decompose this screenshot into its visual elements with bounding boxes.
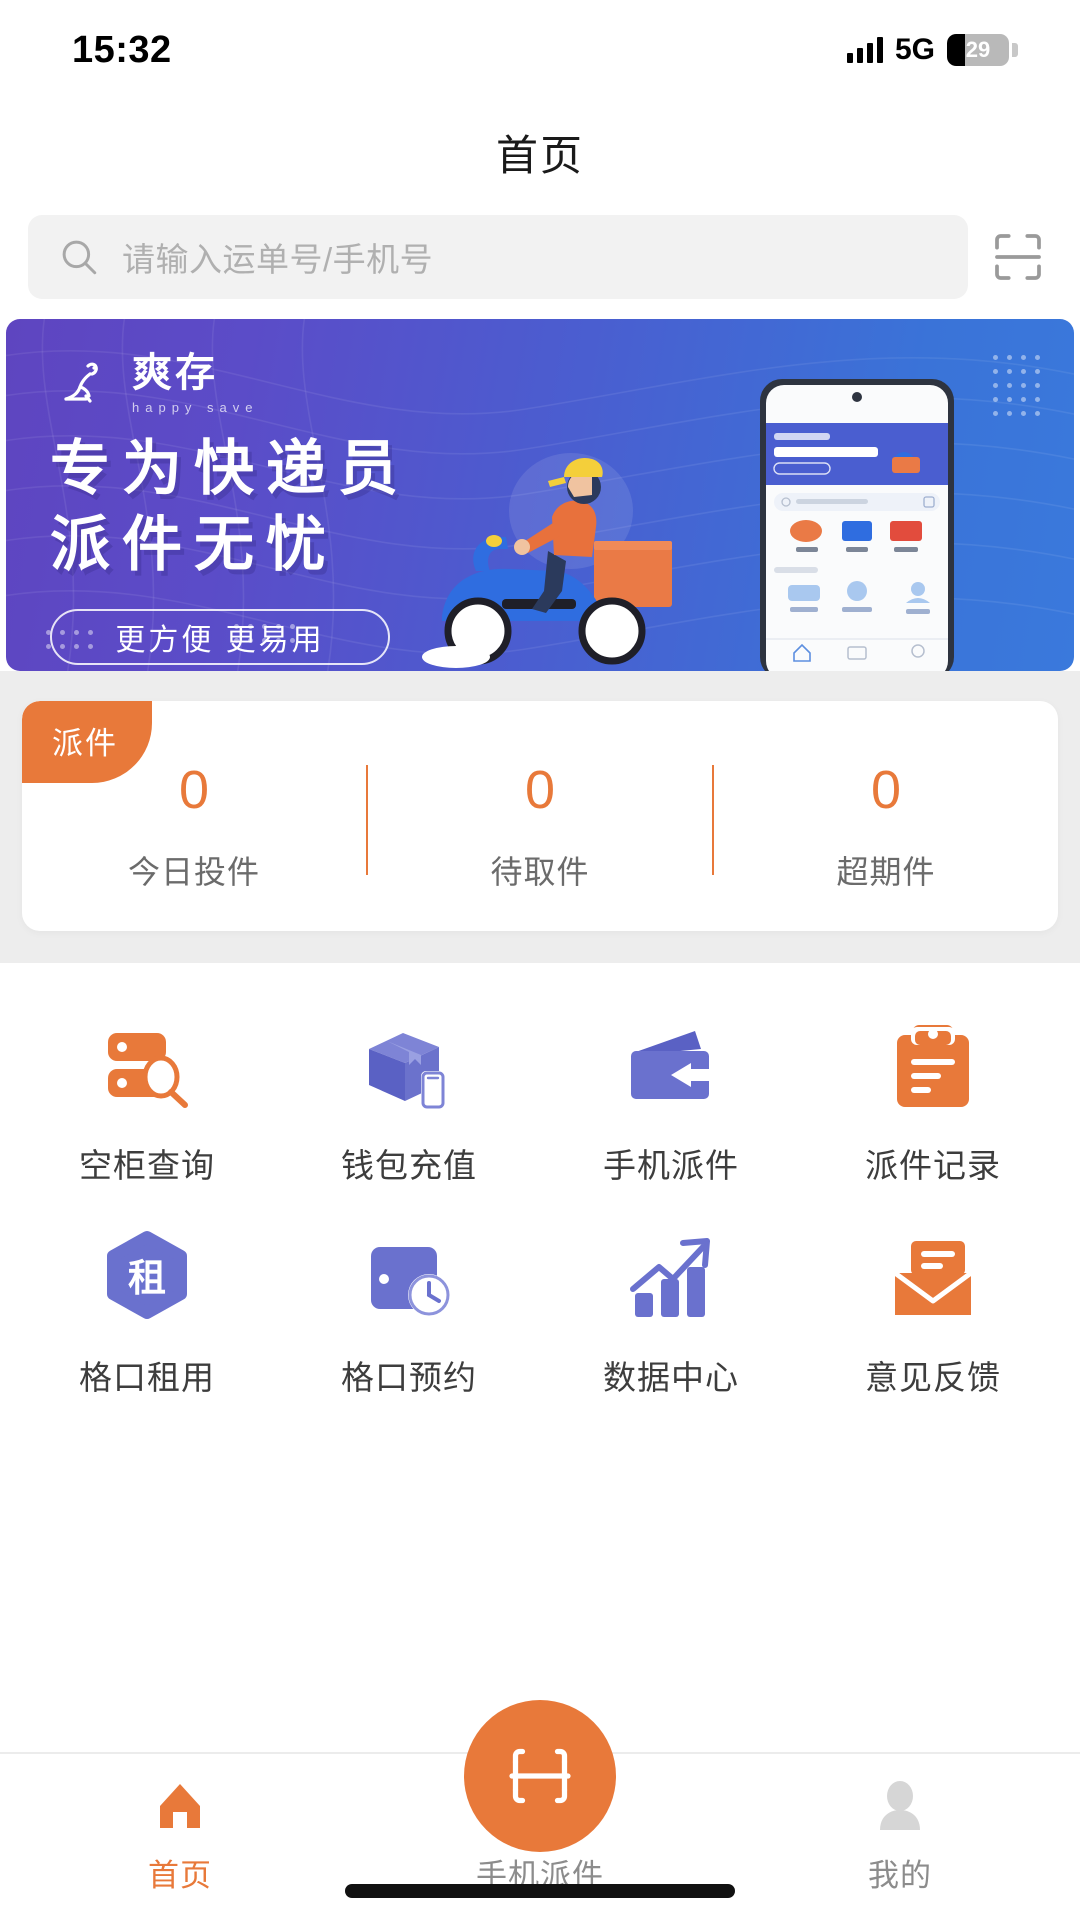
- bar-chart-arrow-icon: [630, 1238, 710, 1317]
- tab-home[interactable]: 首页: [0, 1776, 360, 1895]
- phone-mockup-illustration: [760, 379, 954, 671]
- brand-name-cn: 爽存: [132, 351, 218, 395]
- search-placeholder: 请输入运单号/手机号: [122, 241, 434, 278]
- brand-name-en: happy save: [132, 400, 259, 415]
- grid-item-locker-reservation[interactable]: 格口预约: [278, 1227, 540, 1399]
- battery-icon: 29: [947, 34, 1018, 66]
- dot-decoration-top-right: [993, 355, 1040, 416]
- promo-banner[interactable]: 爽存 happy save 专为快递员 派件无忧 更方便 更易用: [6, 319, 1074, 671]
- app-screen: 15:32 5G 29 首页 请输入运单号/手机号 爽存 happy save …: [0, 0, 1080, 1920]
- stat-today-deposits[interactable]: 0 今日投件: [22, 759, 366, 893]
- courier-scooter-illustration: [422, 453, 672, 668]
- stats-card: 派件 0 今日投件 0 待取件 0 超期件: [22, 701, 1058, 931]
- hexagon-rent-icon: 租: [107, 1231, 187, 1319]
- stat-label: 今日投件: [127, 854, 260, 891]
- home-indicator: [345, 1884, 735, 1898]
- grid-item-label: 格口租用: [79, 1359, 215, 1396]
- banner-headline-line1: 专为快递员: [50, 435, 410, 502]
- tab-label: 首页: [148, 1858, 212, 1893]
- stat-label: 超期件: [836, 854, 936, 891]
- locker-search-icon: [108, 1033, 188, 1108]
- stat-pending-pickup[interactable]: 0 待取件: [368, 759, 712, 893]
- promo-banner-container: 爽存 happy save 专为快递员 派件无忧 更方便 更易用: [0, 299, 1080, 671]
- stat-value: 0: [524, 760, 556, 820]
- person-icon: [880, 1781, 920, 1830]
- envelope-icon: [893, 1241, 973, 1315]
- bottom-tab-bar: 首页 手机派件 我的: [0, 1700, 1080, 1920]
- stats-row: 0 今日投件 0 待取件 0 超期件: [22, 759, 1058, 893]
- battery-level-label: 29: [965, 37, 991, 62]
- stats-section: 派件 0 今日投件 0 待取件 0 超期件: [0, 671, 1080, 963]
- locker-clock-icon: [371, 1247, 450, 1316]
- grid-item-label: 手机派件: [603, 1147, 739, 1184]
- banner-headline: 专为快递员 派件无忧: [50, 431, 410, 583]
- grid-item-empty-locker-query[interactable]: 空柜查询: [16, 1015, 278, 1187]
- signal-bars-icon: [846, 37, 883, 63]
- grid-item-label: 意见反馈: [865, 1359, 1001, 1396]
- search-icon: [62, 240, 97, 275]
- feature-grid: 空柜查询 钱包充值 手机派件 派件记录 租 格口租用 格口预约 数据中心 意见反…: [0, 963, 1080, 1399]
- grid-item-label: 格口预约: [341, 1359, 477, 1396]
- grid-item-feedback[interactable]: 意见反馈: [802, 1227, 1064, 1399]
- grid-item-label: 派件记录: [865, 1147, 1001, 1184]
- status-time: 15:32: [72, 28, 172, 71]
- stat-value: 0: [870, 760, 902, 820]
- network-type-label: 5G: [894, 33, 935, 66]
- package-phone-icon: [369, 1033, 445, 1109]
- banner-tagline-pill: 更方便 更易用: [50, 609, 390, 665]
- status-indicators: 5G 29: [846, 33, 1018, 67]
- grid-item-data-center[interactable]: 数据中心: [540, 1227, 802, 1399]
- grid-item-locker-rental[interactable]: 租 格口租用: [16, 1227, 278, 1399]
- dot-decoration-bottom-left: [46, 630, 93, 649]
- brand-logo: 爽存 happy save: [54, 353, 259, 415]
- page-title: 首页: [495, 132, 584, 179]
- grid-item-wallet-recharge[interactable]: 钱包充值: [278, 1015, 540, 1187]
- home-icon: [160, 1784, 200, 1828]
- dot-decoration-bottom-middle: [234, 624, 295, 643]
- grid-item-delivery-records[interactable]: 派件记录: [802, 1015, 1064, 1187]
- stat-value: 0: [178, 760, 210, 820]
- stat-label: 待取件: [490, 854, 590, 891]
- tab-label: 我的: [868, 1858, 932, 1893]
- svg-text:租: 租: [128, 1258, 166, 1300]
- search-input[interactable]: 请输入运单号/手机号: [28, 215, 968, 299]
- kangaroo-logo-icon: [64, 362, 98, 403]
- grid-item-mobile-delivery[interactable]: 手机派件: [540, 1015, 802, 1187]
- stat-overdue[interactable]: 0 超期件: [714, 759, 1058, 893]
- navigation-bar: 首页: [0, 100, 1080, 205]
- grid-item-label: 数据中心: [603, 1359, 739, 1396]
- tab-mine[interactable]: 我的: [720, 1776, 1080, 1895]
- grid-item-label: 钱包充值: [341, 1147, 477, 1184]
- wallet-arrow-icon: [631, 1031, 711, 1099]
- scan-icon: [995, 234, 1041, 280]
- grid-item-label: 空柜查询: [79, 1147, 215, 1184]
- search-row: 请输入运单号/手机号: [0, 205, 1080, 299]
- scan-button[interactable]: [990, 229, 1046, 285]
- status-bar: 15:32 5G 29: [0, 0, 1080, 100]
- clipboard-icon: [897, 1025, 969, 1107]
- banner-headline-line2: 派件无忧: [50, 511, 338, 579]
- scan-icon: [509, 1748, 571, 1804]
- scan-delivery-fab[interactable]: [464, 1700, 616, 1852]
